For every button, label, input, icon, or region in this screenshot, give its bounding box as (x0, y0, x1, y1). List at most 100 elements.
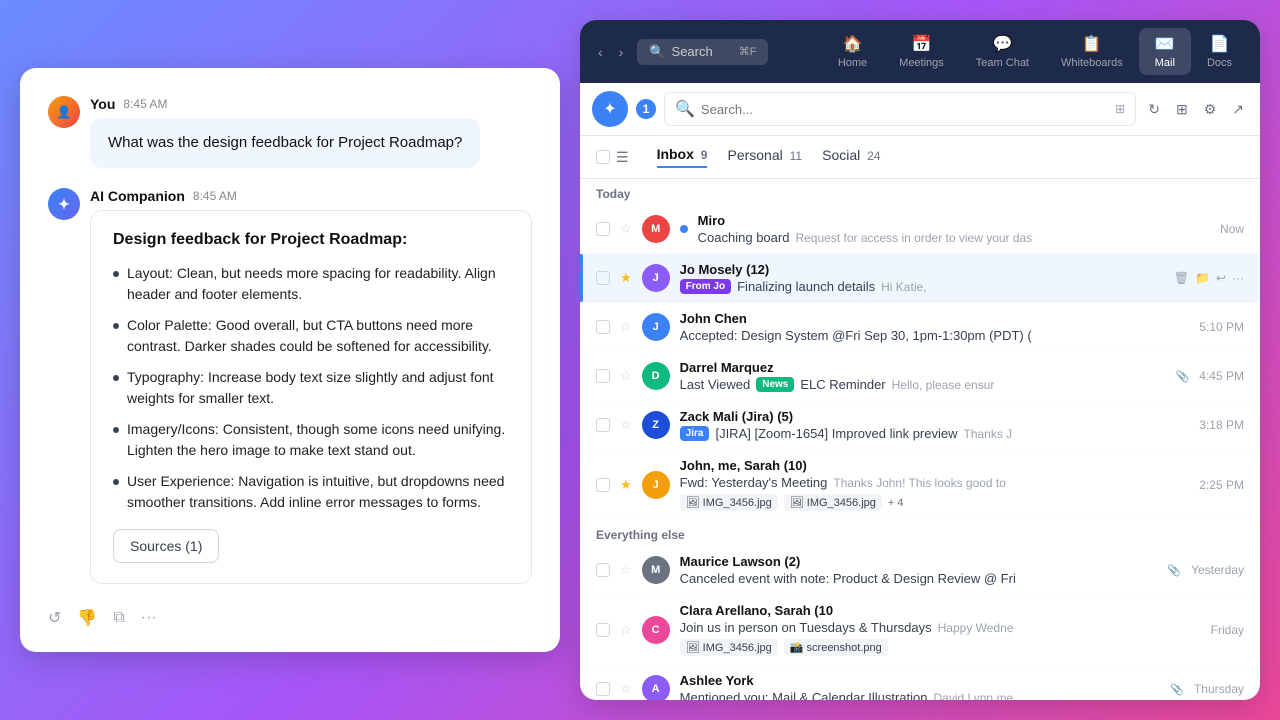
star-icon[interactable]: ★ (620, 270, 632, 286)
email-time: 5:10 PM (1199, 320, 1244, 334)
email-row[interactable]: ☆ J John Chen Accepted: Design System @F… (580, 303, 1260, 352)
sort-icon[interactable]: ☰ (616, 149, 629, 166)
feedback-text: Color Palette: Good overall, but CTA but… (127, 315, 509, 357)
email-checkbox[interactable] (596, 682, 610, 696)
layout-icon[interactable]: ⊞ (1172, 97, 1192, 122)
tab-personal[interactable]: Personal 11 (727, 147, 802, 167)
search-label: Search (672, 44, 713, 59)
archive-icon[interactable]: 📁 (1195, 271, 1210, 285)
search-box[interactable]: 🔍 ⊞ (664, 92, 1136, 126)
search-options-icon[interactable]: ⊞ (1115, 102, 1125, 116)
email-row[interactable]: ☆ M Maurice Lawson (2) Canceled event wi… (580, 546, 1260, 595)
tab-social[interactable]: Social 24 (822, 147, 880, 167)
tab-team-chat[interactable]: 💬 Team Chat (960, 28, 1045, 75)
bullet-icon (113, 323, 119, 329)
bullet-icon (113, 375, 119, 381)
unread-indicator (680, 225, 688, 233)
sources-button[interactable]: Sources (1) (113, 529, 219, 563)
user-time: 8:45 AM (123, 97, 167, 111)
email-preview: Thanks J (964, 427, 1013, 441)
nav-back-button[interactable]: ‹ (592, 40, 609, 64)
email-checkbox[interactable] (596, 563, 610, 577)
star-icon[interactable]: ☆ (620, 417, 632, 433)
email-checkbox[interactable] (596, 222, 610, 236)
email-row[interactable]: ★ J Jo Mosely (12) From Jo Finalizing la… (580, 254, 1260, 303)
nav-right-icons: 🏠 Home 📅 Meetings 💬 Team Chat 📋 Whiteboa… (822, 28, 1248, 75)
email-checkbox[interactable] (596, 369, 610, 383)
tab-docs[interactable]: 📄 Docs (1191, 28, 1248, 75)
email-row[interactable]: ☆ M Miro Coaching board Request for acce… (580, 205, 1260, 254)
list-item: Imagery/Icons: Consistent, though some i… (113, 419, 509, 461)
star-icon[interactable]: ☆ (620, 681, 632, 697)
email-sender: John Chen (680, 311, 1190, 326)
tab-whiteboards[interactable]: 📋 Whiteboards (1045, 28, 1139, 75)
email-main: Ashlee York Mentioned you: Mail & Calend… (680, 673, 1161, 700)
refresh-icon[interactable]: ↻ (1144, 97, 1164, 122)
email-row[interactable]: ☆ A Ashlee York Mentioned you: Mail & Ca… (580, 665, 1260, 700)
plus-count: + 4 (888, 497, 904, 509)
tab-docs-label: Docs (1207, 57, 1232, 69)
thumbs-down-icon[interactable]: 👎 (77, 608, 97, 628)
star-icon[interactable]: ☆ (620, 368, 632, 384)
toolbar: ✦ 1 🔍 ⊞ ↻ ⊞ ⚙ ↗ (580, 83, 1260, 136)
user-message-bubble: What was the design feedback for Project… (90, 118, 480, 169)
reply-icon[interactable]: ↩ (1216, 271, 1226, 285)
email-row[interactable]: ☆ C Clara Arellano, Sarah (10 Join us in… (580, 595, 1260, 665)
email-row[interactable]: ☆ D Darrel Marquez Last Viewed News ELC … (580, 352, 1260, 401)
nav-forward-button[interactable]: › (613, 40, 630, 64)
attachment-row: 🖼 IMG_3456.jpg 📸 screenshot.png (680, 639, 1201, 656)
from-tag: From Jo (680, 279, 731, 294)
tab-inbox[interactable]: Inbox 9 (657, 146, 708, 168)
email-time: Now (1220, 222, 1244, 236)
email-main: Jo Mosely (12) From Jo Finalizing launch… (680, 262, 1164, 294)
ai-time: 8:45 AM (193, 189, 237, 203)
tab-home-label: Home (838, 57, 867, 69)
email-subject: ELC Reminder (800, 377, 885, 392)
list-item: Typography: Increase body text size slig… (113, 367, 509, 409)
email-label: Last Viewed (680, 377, 751, 392)
email-preview: David Lynn me (934, 691, 1014, 701)
sender-avatar: Z (642, 411, 670, 439)
star-icon[interactable]: ☆ (620, 562, 632, 578)
star-icon[interactable]: ☆ (620, 221, 632, 237)
sender-avatar: C (642, 616, 670, 644)
email-main: John Chen Accepted: Design System @Fri S… (680, 311, 1190, 343)
action-bar: ↺ 👎 ⧉ ··· (48, 604, 532, 628)
email-checkbox[interactable] (596, 320, 610, 334)
user-avatar: 👤 (48, 96, 80, 128)
email-checkbox[interactable] (596, 271, 610, 285)
trash-icon[interactable]: 🗑 (1174, 271, 1189, 285)
star-icon[interactable]: ★ (620, 477, 632, 493)
inbox-tabs: ☰ Inbox 9 Personal 11 Social 24 (580, 136, 1260, 179)
star-icon[interactable]: ☆ (620, 622, 632, 638)
feedback-text: Imagery/Icons: Consistent, though some i… (127, 419, 509, 461)
email-sender: Jo Mosely (12) (680, 262, 1164, 277)
ai-response-title: Design feedback for Project Roadmap: (113, 231, 509, 249)
compose-button[interactable]: ✦ (592, 91, 628, 127)
external-link-icon[interactable]: ↗ (1228, 97, 1248, 122)
email-checkbox[interactable] (596, 478, 610, 492)
nav-search-bar[interactable]: 🔍 Search ⌘F (637, 39, 768, 65)
sender-avatar: J (642, 264, 670, 292)
tab-home[interactable]: 🏠 Home (822, 28, 883, 75)
copy-icon[interactable]: ⧉ (113, 609, 124, 627)
tab-meetings-label: Meetings (899, 57, 944, 69)
search-input[interactable] (701, 102, 1109, 117)
settings-icon[interactable]: ⚙ (1200, 97, 1221, 122)
email-row[interactable]: ★ J John, me, Sarah (10) Fwd: Yesterday'… (580, 450, 1260, 520)
notification-badge: 1 (636, 99, 656, 119)
email-subject: Mentioned you: Mail & Calendar Illustrat… (680, 690, 928, 700)
email-checkbox[interactable] (596, 623, 610, 637)
tab-mail[interactable]: ✉️ Mail (1139, 28, 1191, 75)
more-icon[interactable]: ··· (1232, 271, 1244, 285)
refresh-icon[interactable]: ↺ (48, 608, 61, 628)
email-sender: Maurice Lawson (2) (680, 554, 1158, 569)
email-row[interactable]: ☆ Z Zack Mali (Jira) (5) Jira [JIRA] [Zo… (580, 401, 1260, 450)
personal-count: 11 (790, 149, 802, 163)
email-checkbox[interactable] (596, 418, 610, 432)
more-icon[interactable]: ··· (141, 609, 157, 627)
star-icon[interactable]: ☆ (620, 319, 632, 335)
select-all-checkbox[interactable] (596, 150, 610, 164)
user-name: You (90, 96, 115, 112)
tab-meetings[interactable]: 📅 Meetings (883, 28, 960, 75)
